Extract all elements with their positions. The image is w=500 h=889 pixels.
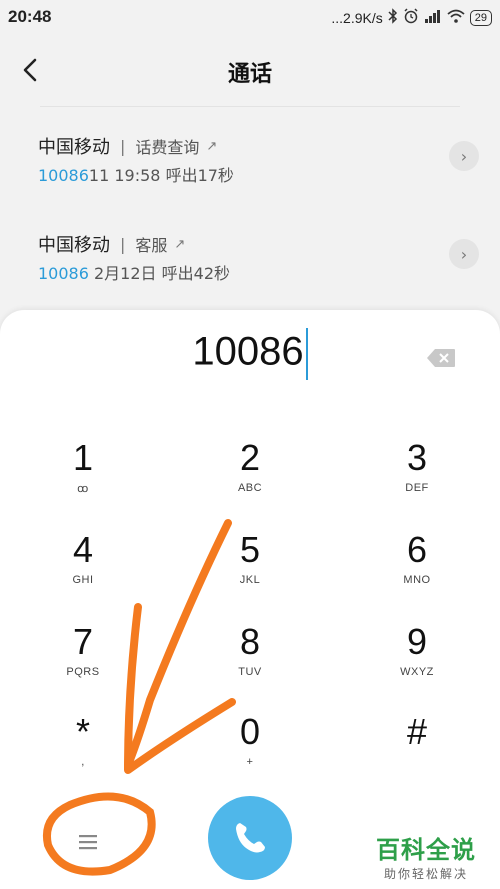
- status-indicators: ...2.9K/s 29: [331, 8, 492, 27]
- status-bar: 20:48 ...2.9K/s 29: [0, 0, 500, 34]
- voicemail-icon: ꝏ: [77, 483, 89, 495]
- call-tag: 话费查询: [135, 138, 200, 157]
- key-letters: ABC: [237, 482, 263, 494]
- call-tag: 客服: [135, 236, 168, 255]
- key-digit: 1: [72, 437, 94, 478]
- number-rest: 11: [88, 166, 110, 185]
- watermark-subtitle: 助你轻松解决: [383, 867, 468, 881]
- divider: [40, 106, 460, 107]
- call-detail-button[interactable]: ›: [449, 141, 479, 171]
- dial-key[interactable]: 5 JKL: [195, 528, 305, 608]
- dial-input[interactable]: 10086: [0, 328, 500, 380]
- call-detail: 10086 2月12日 呼出42秒: [38, 260, 230, 284]
- phone-icon: [236, 823, 265, 853]
- outgoing-arrow-icon: ↗: [174, 236, 186, 252]
- page-title: 通话: [227, 62, 272, 87]
- key-letters: MNO: [403, 574, 431, 586]
- call-direction: 呼出17秒: [165, 166, 234, 185]
- call-name-row: 中国移动 | 话费查询 ↗: [38, 133, 217, 159]
- key-digit: 0: [239, 711, 261, 752]
- watermark-title: 百科全说: [376, 836, 476, 864]
- key-digit: 9: [406, 621, 428, 662]
- key-digit: 4: [72, 529, 94, 570]
- caller-name: 中国移动: [38, 235, 110, 256]
- dialpad: 10086 1 ꝏ 2 ABC 3 DEF 4 GHI 5 JKL 6 MNO 7 PQRS 8 TUV 9 WX…: [0, 310, 500, 889]
- separator: |: [120, 136, 126, 156]
- menu-button[interactable]: [58, 822, 118, 862]
- separator: |: [120, 234, 126, 254]
- dial-key[interactable]: 7 PQRS: [28, 620, 138, 700]
- dial-key[interactable]: 9 WXYZ: [362, 620, 472, 700]
- net-speed: ...2.9K/s: [331, 9, 383, 26]
- key-letters: GHI: [72, 574, 94, 586]
- alarm-icon: [403, 8, 419, 27]
- wifi-icon: [447, 9, 465, 26]
- key-letters: TUV: [238, 666, 262, 678]
- bluetooth-icon: [388, 8, 398, 27]
- dial-number: 10086: [192, 329, 304, 374]
- call-log-item[interactable]: 中国移动 | 话费查询 ↗ 1008611 19:58 呼出17秒 ›: [0, 133, 500, 203]
- key-digit: 2: [239, 437, 261, 478]
- key-letters: DEF: [405, 482, 429, 494]
- status-time: 20:48: [8, 7, 52, 26]
- key-digit: 6: [406, 529, 428, 570]
- dial-key[interactable]: 1ꝏ: [28, 436, 138, 516]
- dial-key[interactable]: *,: [28, 710, 138, 790]
- call-time: 19:58: [114, 166, 161, 185]
- key-digit: 8: [239, 621, 261, 662]
- call-log-item[interactable]: 中国移动 | 客服 ↗ 10086 2月12日 呼出42秒 ›: [0, 231, 500, 301]
- dial-key[interactable]: 6 MNO: [362, 528, 472, 608]
- call-time: 2月12日: [94, 264, 157, 283]
- key-letters: PQRS: [66, 666, 100, 678]
- chevron-right-icon: ›: [460, 244, 468, 264]
- chevron-right-icon: ›: [460, 146, 468, 166]
- menu-icon: [79, 835, 97, 850]
- backspace-icon: [427, 349, 455, 367]
- dial-key[interactable]: 4 GHI: [28, 528, 138, 608]
- text-cursor: [305, 328, 308, 380]
- key-letters: +: [246, 756, 254, 768]
- signal-icon: [424, 9, 442, 26]
- dial-key[interactable]: 3 DEF: [362, 436, 472, 516]
- outgoing-arrow-icon: ↗: [206, 138, 218, 154]
- key-digit: 3: [406, 437, 428, 478]
- dial-key[interactable]: 0 +: [195, 710, 305, 790]
- key-digit: *: [75, 711, 90, 752]
- call-direction: 呼出42秒: [161, 264, 231, 283]
- watermark: 百科全说 助你轻松解决: [376, 830, 476, 882]
- dial-key[interactable]: 8 TUV: [195, 620, 305, 700]
- key-digit: #: [406, 711, 428, 752]
- matched-number: 10086: [38, 264, 89, 283]
- backspace-button[interactable]: [426, 348, 456, 368]
- key-letters: ,: [81, 756, 85, 768]
- dial-key[interactable]: 2 ABC: [195, 436, 305, 516]
- key-letters: JKL: [239, 574, 261, 586]
- call-detail-button[interactable]: ›: [449, 239, 479, 269]
- matched-number: 10086: [38, 166, 89, 185]
- key-digit: 5: [239, 529, 261, 570]
- caller-name: 中国移动: [38, 137, 110, 158]
- header: 通话: [0, 48, 500, 96]
- key-letters: WXYZ: [400, 666, 434, 678]
- call-name-row: 中国移动 | 客服 ↗: [38, 231, 185, 257]
- dial-key[interactable]: #: [362, 710, 472, 790]
- call-button[interactable]: [208, 796, 292, 880]
- battery-icon: 29: [469, 9, 492, 26]
- call-detail: 1008611 19:58 呼出17秒: [38, 162, 234, 186]
- key-digit: 7: [72, 621, 94, 662]
